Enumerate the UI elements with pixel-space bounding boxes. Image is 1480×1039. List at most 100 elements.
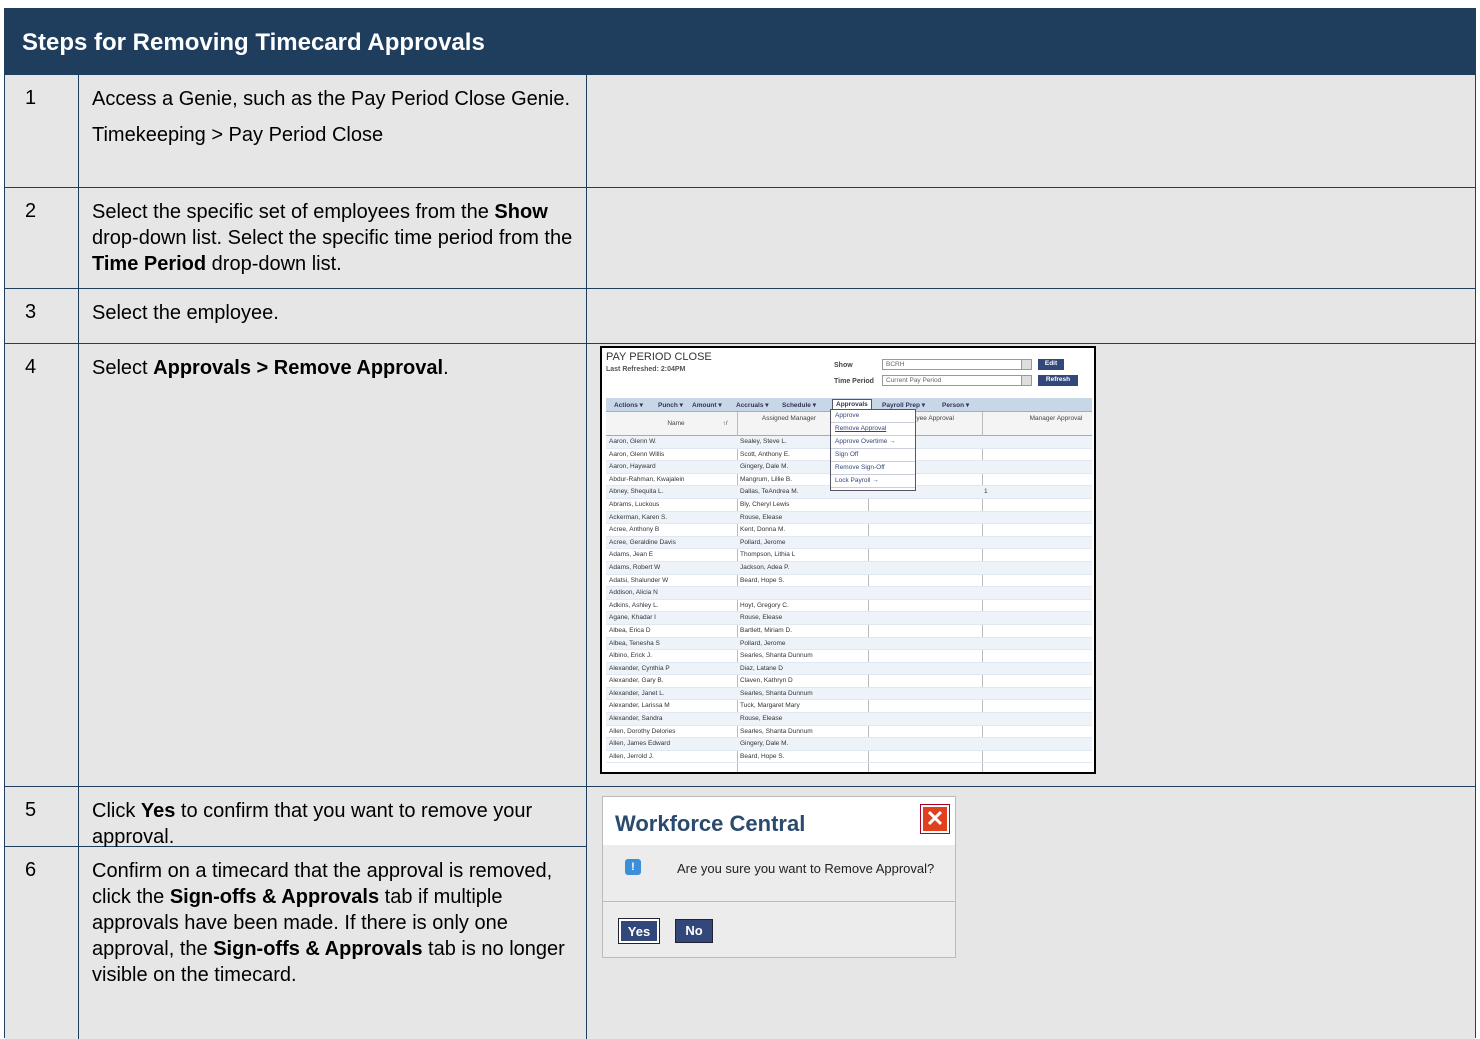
table-row[interactable]: Abrams, Luckous Bly, Cheryl Lewis [606,499,1092,512]
table-row[interactable]: Alexander, Gary B. Claven, Kathryn D [606,675,1092,688]
menu-person[interactable]: Person ▾ [942,401,969,409]
employee-name: Adatsi, Shalunder W [609,576,669,584]
table-row[interactable]: Adatsi, Shalunder W Beard, Hope S. [606,575,1092,588]
bold-ui-term: Approvals > Remove Approval [153,357,444,379]
assigned-manager: Searles, Shanta Dunnum [740,689,813,697]
menu-item-remove-approval[interactable]: Remove Approval [831,423,915,436]
employee-name: Allen, Jerrold J. [609,752,654,760]
confirm-dialog: Workforce Central ✕ ! Are you sure you w… [602,796,956,958]
step-text-part: Click [92,800,141,822]
pay-period-close-screenshot: PAY PERIOD CLOSE Last Refreshed: 2:04PM … [600,346,1096,774]
table-row[interactable]: Alexander, Cynthia P Diaz, Latane D [606,662,1092,676]
table-row[interactable]: Alexander, Larissa M Tuck, Margaret Mary [606,700,1092,714]
menu-item-approve-overtime[interactable]: Approve Overtime → [831,436,915,449]
employee-name: Agane, Khadar I [609,614,656,622]
assigned-manager: Scott, Anthony E. [740,450,790,458]
ppc-time-period-select[interactable]: Current Pay Period [882,375,1032,386]
table-row[interactable]: Alexander, Sandra Rouse, Elease [606,713,1092,726]
assigned-manager: Kent, Donna M. [740,526,786,534]
step-text-4: Select Approvals > Remove Approval. [79,344,587,787]
table-row[interactable]: Alexander, Janet L. Searles, Shanta Dunnu… [606,687,1092,701]
ppc-show-select[interactable]: BCRH [882,359,1032,370]
employee-name: Acree, Geraldine Davis [609,538,676,546]
table-row[interactable]: Allen, Jerrold J. Beard, Hope S. [606,751,1092,764]
step-image-cell-2 [587,188,1475,289]
assigned-manager: Rouse, Elease [740,715,783,723]
table-row[interactable]: Acree, Geraldine Davis Pollard, Jerome [606,536,1092,550]
menu-item-approve[interactable]: Approve [831,410,915,423]
assigned-manager: Sealey, Steve L. [740,438,787,445]
no-button[interactable]: No [675,919,713,943]
assigned-manager: Diaz, Latane D [740,664,783,672]
step-text-3: Select the employee. [79,289,587,344]
table-row[interactable]: Adkins, Ashley L. Hoyt, Gregory C. [606,600,1092,613]
employee-name: Albino, Erick J. [609,652,652,660]
table-row[interactable]: Albino, Erick J. Searles, Shanta Dunnum [606,650,1092,663]
step-number-1: 1 [5,75,79,188]
col-assigned-manager[interactable]: Assigned Manager [754,415,824,422]
table-row[interactable]: Agane, Khadar I Rouse, Elease [606,612,1092,625]
assigned-manager: Thompson, Lithia L [740,551,796,559]
table-row[interactable]: Ackerman, Karen S. Rouse, Elease [606,511,1092,525]
step-text-part: . [443,357,449,379]
table-row[interactable]: Allen, Dorothy Delories Searles, Shanta D… [606,726,1092,739]
step-image-cell-3 [587,289,1475,344]
table-row[interactable]: Acree, Anthony B Kent, Donna M. [606,524,1092,537]
table-row[interactable]: Albea, Tenesha S Pollard, Jerome [606,637,1092,651]
employee-name: Alexander, Janet L. [609,689,665,697]
employee-name: Alexander, Cynthia P [609,664,670,672]
employee-name: Abdur-Rahman, Kwajalein [609,475,685,483]
assigned-manager: Rouse, Elease [740,614,783,622]
table-row[interactable]: Adams, Robert W Jackson, Adea P. [606,561,1092,575]
assigned-manager: Mangrum, Lillie B. [740,475,793,483]
menu-schedule[interactable]: Schedule ▾ [782,401,816,409]
step-1-line-2: Timekeeping > Pay Period Close [92,124,384,146]
table-title-bar: Steps for Removing Timecard Approvals [5,9,1475,75]
dialog-title: Workforce Central [615,811,806,836]
employee-name: Addison, Alicia N [609,589,658,597]
step-number-5: 5 [5,787,79,847]
menu-actions[interactable]: Actions ▾ [614,401,643,409]
ppc-show-value: BCRH [886,361,905,368]
employee-name: Aaron, Hayward [609,463,656,471]
close-icon[interactable]: ✕ [920,804,950,834]
menu-punch[interactable]: Punch ▾ [658,401,683,409]
chevron-down-icon [1021,376,1031,385]
menu-item-lock-payroll[interactable]: Lock Payroll → [831,475,915,488]
menu-item-remove-sign-off[interactable]: Remove Sign-Off [831,462,915,475]
assigned-manager: Gingery, Dale M. [740,740,789,748]
col-name[interactable]: Name [646,420,706,427]
step-image-cell-1 [587,75,1475,188]
step-1-line-1: Access a Genie, such as the Pay Period C… [92,88,571,110]
chevron-down-icon [1021,360,1031,369]
table-row[interactable]: Albea, Erica D Bartlett, Miriam D. [606,625,1092,638]
approvals-dropdown-menu: Approve Remove Approval Approve Overtime… [830,409,916,491]
table-row[interactable]: Adams, Jean E Thompson, Lithia L [606,549,1092,562]
assigned-manager: Beard, Hope S. [740,576,785,584]
menu-payroll-prep[interactable]: Payroll Prep ▾ [882,401,925,409]
table-title: Steps for Removing Timecard Approvals [22,29,485,56]
ppc-time-period-label: Time Period [834,378,874,385]
sort-icon[interactable]: ↑/ [718,420,732,427]
step-text-part: Select the employee. [92,302,279,324]
menu-accruals[interactable]: Accruals ▾ [736,401,769,409]
ppc-refresh-button[interactable]: Refresh [1038,375,1078,386]
col-manager-approval[interactable]: Manager Approval [1026,415,1086,422]
assigned-manager: Claven, Kathryn D [740,677,793,685]
table-row[interactable]: Addison, Alicia N [606,587,1092,600]
employee-name: Abrams, Luckous [609,500,660,508]
menu-item-sign-off[interactable]: Sign Off [831,449,915,462]
menu-amount[interactable]: Amount ▾ [692,401,722,409]
employee-name: Adams, Robert W [609,563,661,571]
bold-ui-term: Sign-offs & Approvals [169,886,380,908]
yes-button[interactable]: Yes [618,918,660,944]
assigned-manager: Jackson, Adea P. [740,563,790,571]
employee-name: Aaron, Glenn Willis [609,450,665,458]
step-number-3: 3 [5,289,79,344]
employee-name: Alexander, Gary B. [609,677,664,685]
assigned-manager: Searles, Shanta Dunnum [740,652,813,660]
ppc-edit-button[interactable]: Edit [1038,359,1064,370]
bold-ui-term: Show [494,201,548,223]
table-row[interactable]: Allen, James Edward Gingery, Dale M. [606,738,1092,751]
employee-name: Albea, Tenesha S [609,639,660,647]
